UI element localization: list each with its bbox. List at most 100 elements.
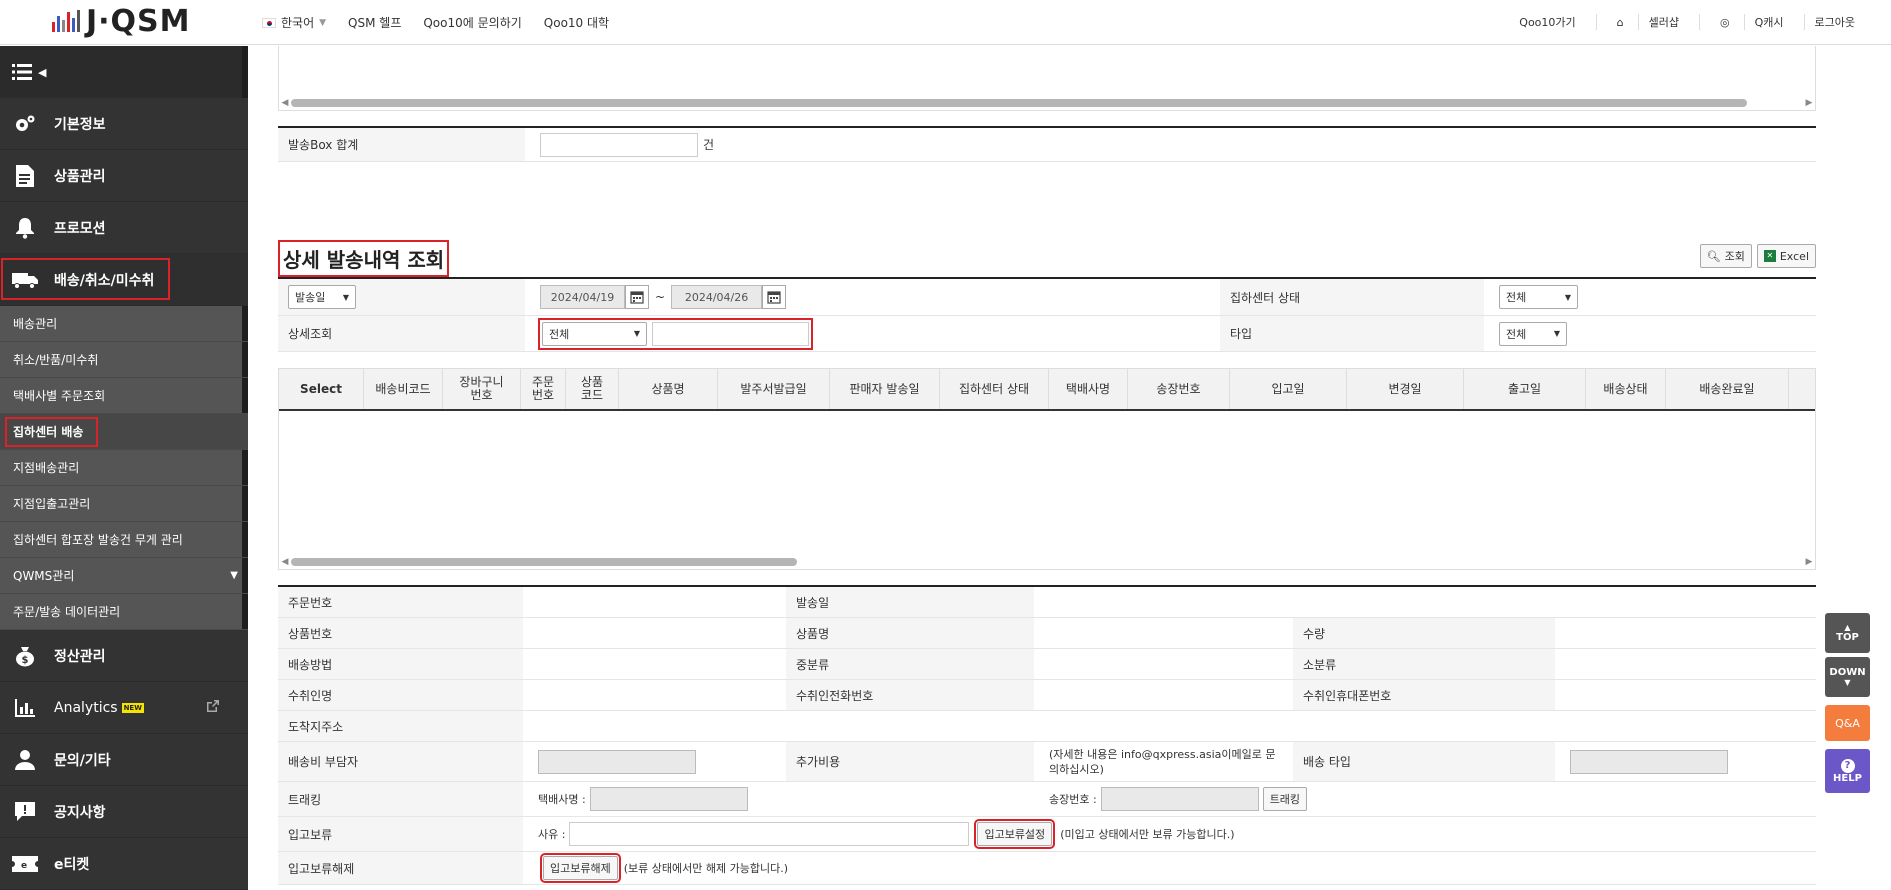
sidebar-sub-delivery-manage[interactable]: 배송관리 — [0, 306, 248, 342]
date-type-select[interactable]: 발송일 ▼ — [288, 285, 356, 309]
language-select[interactable]: 한국어 ▼ — [262, 14, 326, 31]
sidebar-sub-branch-delivery[interactable]: 지점배송관리 — [0, 450, 248, 486]
scroll-down-button[interactable]: DOWN ▼ — [1825, 657, 1870, 697]
product-no-value — [523, 618, 786, 648]
grid-horizontal-scrollbar[interactable]: ◀ ▶ — [279, 555, 1815, 569]
grid-header-cell[interactable]: 상품 코드 — [566, 369, 619, 409]
go-qoo10-link[interactable]: Qoo10가기 — [1499, 14, 1595, 30]
qsm-help-link[interactable]: QSM 헬프 — [348, 14, 401, 31]
scroll-left-icon[interactable]: ◀ — [279, 557, 291, 567]
quantity-label: 수량 — [1293, 618, 1555, 648]
grid-header-cell[interactable]: 배송완료일 — [1666, 369, 1789, 409]
grid-header-cell[interactable]: 주문 번호 — [521, 369, 566, 409]
sidebar-item-promotion[interactable]: 프로모션 — [0, 202, 248, 254]
excel-button[interactable]: ✕ Excel — [1756, 244, 1816, 268]
sidebar-sub-branch-inout[interactable]: 지점입출고관리 — [0, 486, 248, 522]
sidebar-sub-courier-order[interactable]: 택배사별 주문조회 — [0, 378, 248, 414]
sidebar-item-settlement[interactable]: $ 정산관리 — [0, 630, 248, 682]
extra-cost-note: (자세한 내용은 info@qxpress.asia이메일로 문의하십시오) — [1049, 747, 1276, 776]
upper-horizontal-scrollbar[interactable]: ◀ ▶ — [279, 96, 1815, 110]
sidebar-toggle[interactable]: ◀ — [0, 46, 248, 98]
grid-header-cell[interactable]: 택배사명 — [1049, 369, 1128, 409]
scroll-top-button[interactable]: ▲ TOP — [1825, 613, 1870, 653]
ship-type-input[interactable] — [1570, 749, 1728, 774]
highlight-box — [5, 417, 98, 447]
calendar-icon[interactable] — [625, 285, 649, 309]
grid-header-cell[interactable]: Select — [279, 369, 364, 409]
date-from-input[interactable]: 2024/04/19 — [540, 285, 625, 309]
help-button[interactable]: ? HELP — [1825, 749, 1870, 793]
logout-link[interactable]: 로그아웃 — [1803, 14, 1865, 30]
hold-set-button[interactable]: 입고보류설정 — [974, 819, 1056, 849]
sidebar-item-shipping[interactable]: 배송/취소/미수취 — [0, 254, 248, 306]
date-to-input[interactable]: 2024/04/26 — [671, 285, 763, 309]
tracking-button[interactable]: 트래킹 — [1262, 787, 1308, 811]
sidebar-item-analytics[interactable]: Analytics NEW — [0, 682, 248, 734]
grid-header-cell[interactable]: 출고일 — [1464, 369, 1586, 409]
contact-qoo10-link[interactable]: Qoo10에 문의하기 — [423, 14, 521, 31]
fee-payer-input[interactable] — [538, 749, 696, 774]
grid-header-cell[interactable]: 집하센터 상태 — [940, 369, 1049, 409]
jqsm-logo[interactable]: J·QSM — [52, 4, 191, 39]
scroll-right-icon[interactable]: ▶ — [1803, 557, 1815, 567]
title-buttons: 🔍︎ 조회 ✕ Excel — [1699, 244, 1816, 268]
qcash-link[interactable]: ◎ Q캐시 — [1699, 14, 1804, 30]
scroll-left-icon[interactable]: ◀ — [279, 98, 291, 108]
seller-shop-link[interactable]: ⌂ 셀러샵 — [1595, 14, 1699, 30]
type-value: 전체 — [1506, 327, 1527, 341]
grid-header-cell[interactable]: 송장번호 — [1128, 369, 1230, 409]
sidebar-label: 배송/취소/미수취 — [54, 272, 155, 289]
scroll-right-icon[interactable]: ▶ — [1803, 98, 1815, 108]
sidebar-sub-weight-manage[interactable]: 집하센터 합포장 발송건 무게 관리 — [0, 522, 248, 558]
grid-header-cell[interactable]: 배송상태 — [1586, 369, 1666, 409]
sidebar-item-eticket[interactable]: e e티켓 — [0, 838, 248, 890]
sidebar-sub-qwms[interactable]: QWMS관리 ▼ — [0, 558, 248, 594]
center-status-label: 집하센터 상태 — [1220, 279, 1484, 315]
type-label: 타입 — [1220, 316, 1484, 351]
calendar-icon[interactable] — [762, 285, 787, 309]
hold-release-button[interactable]: 입고보류해제 — [540, 853, 621, 883]
floating-buttons: ▲ TOP DOWN ▼ Q&A ? HELP — [1825, 613, 1870, 793]
tracking-label: 트래킹 — [278, 782, 523, 816]
sidebar-item-inquiry[interactable]: 문의/기타 — [0, 734, 248, 786]
center-status-value: 전체 — [1506, 291, 1527, 304]
sidebar-label: 공지사항 — [54, 804, 106, 821]
product-name-value — [1034, 618, 1293, 648]
external-link-icon[interactable] — [206, 699, 220, 717]
sidebar-submenu: 배송관리 취소/반품/미수취 택배사별 주문조회 집하센터 배송 지점배송관리 … — [0, 306, 248, 630]
invoice-input[interactable] — [1100, 787, 1259, 811]
sidebar-item-notice[interactable]: 공지사항 — [0, 786, 248, 838]
sidebar-item-product[interactable]: 상품관리 — [0, 150, 248, 202]
grid-header-cell[interactable]: 입고일 — [1230, 369, 1347, 409]
order-no-label: 주문번호 — [278, 587, 523, 617]
grid-header-cell[interactable]: 판매자 발송일 — [830, 369, 940, 409]
grid-header-cell[interactable]: 변경일 — [1347, 369, 1464, 409]
search-icon: 🔍︎ — [1706, 249, 1721, 263]
menu-list-icon — [12, 64, 32, 80]
sidebar-sub-collection-center[interactable]: 집하센터 배송 — [0, 414, 248, 450]
detail-search-input[interactable] — [652, 321, 809, 346]
seller-shop-label: 셀러샵 — [1637, 14, 1689, 30]
help-label: HELP — [1833, 772, 1862, 784]
grid-header-cell[interactable]: 상품명 — [619, 369, 718, 409]
hold-reason-input[interactable] — [569, 822, 970, 846]
chevron-down-icon: ▼ — [1564, 292, 1571, 302]
sidebar-sub-cancel-return[interactable]: 취소/반품/미수취 — [0, 342, 248, 378]
money-bag-icon: $ — [12, 644, 38, 668]
center-status-select[interactable]: 전체 ▼ — [1499, 285, 1578, 309]
type-select[interactable]: 전체 ▼ — [1499, 321, 1567, 346]
grid-header-cell[interactable]: 발주서발급일 — [718, 369, 830, 409]
sidebar-sub-order-data[interactable]: 주문/발송 데이터관리 — [0, 594, 248, 630]
recipient-phone-value — [1034, 680, 1293, 710]
qoo10-university-link[interactable]: Qoo10 대학 — [544, 14, 609, 31]
detail-search-select[interactable]: 전체 ▼ — [542, 321, 647, 346]
search-button[interactable]: 🔍︎ 조회 — [1699, 244, 1752, 268]
courier-input[interactable] — [589, 787, 748, 811]
gear-icon — [12, 112, 38, 136]
grid-header-cell[interactable]: 장바구니 번호 — [443, 369, 521, 409]
qa-button[interactable]: Q&A — [1825, 705, 1870, 741]
box-total-input[interactable] — [540, 132, 698, 157]
excel-button-label: Excel — [1779, 249, 1809, 263]
sidebar-item-basic-info[interactable]: 기본정보 — [0, 98, 248, 150]
grid-header-cell[interactable]: 배송비코드 — [364, 369, 443, 409]
